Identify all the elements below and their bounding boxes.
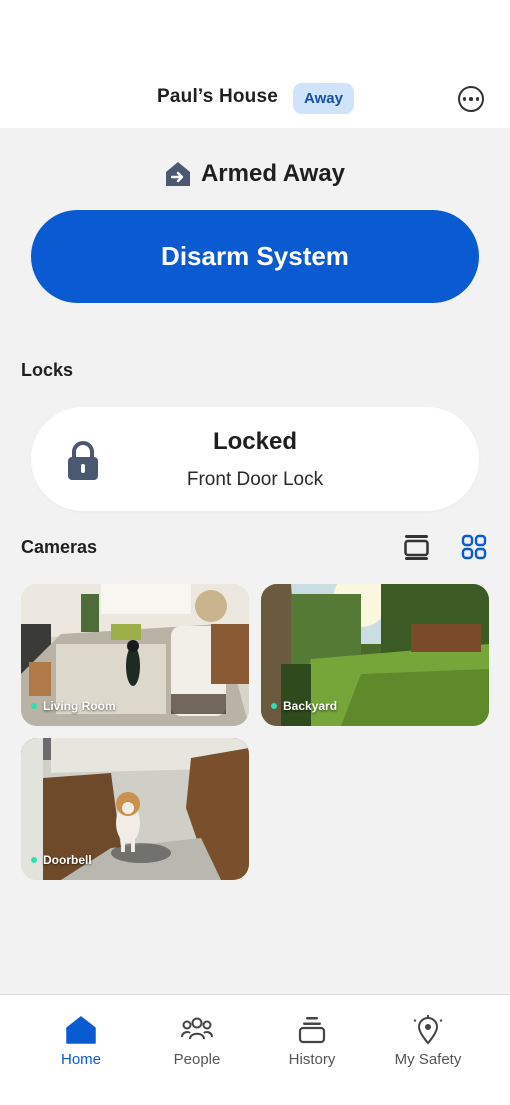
tab-label: Home [60,1051,101,1068]
camera-tile-doorbell[interactable]: Doorbell [21,738,249,880]
camera-label: Backyard [271,699,337,713]
camera-tile-backyard[interactable]: Backyard [261,584,489,726]
away-status-badge: Away [293,83,354,114]
tab-my-safety[interactable]: My Safety [373,1015,483,1071]
camera-name: Doorbell [43,853,92,867]
tab-home[interactable]: Home [26,1015,136,1071]
camera-label: Doorbell [31,853,92,867]
tab-label: History [288,1051,336,1068]
house-arrow-icon [165,162,190,186]
lock-name: Front Door Lock [186,469,324,490]
bottom-tab-bar: Home People History My Safety [0,994,510,1105]
tab-label: My Safety [394,1051,462,1068]
list-view-icon[interactable] [403,533,430,561]
app-header: Paul’s House Away [0,0,510,128]
camera-name: Backyard [283,699,338,713]
tab-history[interactable]: History [257,1015,367,1071]
location-pin-icon [413,1015,443,1045]
live-indicator [31,857,37,863]
history-stack-icon [298,1017,326,1044]
camera-tile-living-room[interactable]: Living Room [21,584,249,726]
disarm-system-button[interactable]: Disarm System [31,210,479,303]
tab-people[interactable]: People [142,1015,252,1071]
house-name[interactable]: Paul’s House [157,86,278,108]
lock-status: Locked [212,428,298,455]
tab-label: People [173,1051,221,1068]
camera-label: Living Room [31,699,116,713]
people-icon [181,1017,213,1040]
security-status: Armed Away [0,158,510,190]
more-options-icon[interactable] [458,86,484,112]
grid-view-icon[interactable] [461,534,487,560]
home-icon [66,1016,96,1044]
locks-section-title: Locks [21,360,74,380]
live-indicator [31,703,37,709]
armed-status-text: Armed Away [200,160,346,187]
camera-name: Living Room [43,699,116,713]
cameras-section-title: Cameras [21,537,98,557]
live-indicator [271,703,277,709]
